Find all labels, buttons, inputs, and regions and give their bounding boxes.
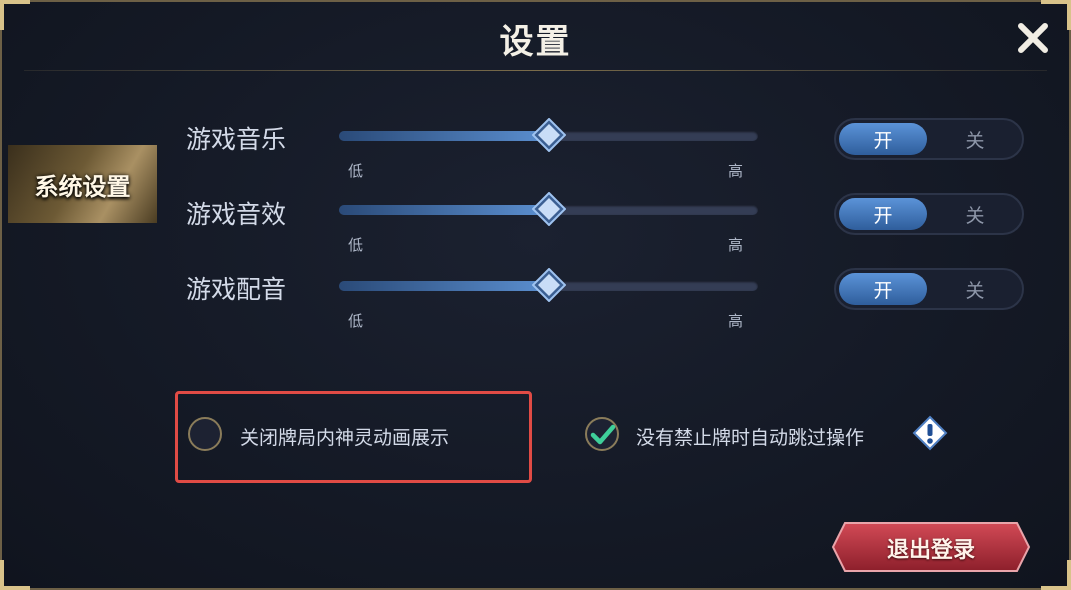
slider-fill (339, 131, 549, 141)
tab-system-settings[interactable]: 系统设置 (8, 145, 157, 223)
hide-animation-label: 关闭牌局内神灵动画展示 (240, 427, 450, 449)
voice-toggle[interactable]: 开 关 (834, 268, 1024, 310)
auto-skip-label: 没有禁止牌时自动跳过操作 (636, 427, 865, 449)
corner-ornament (1041, 560, 1071, 590)
slider-thumb-icon (531, 267, 566, 303)
slider-fill (339, 205, 549, 215)
info-icon[interactable] (912, 415, 948, 451)
sfx-volume-slider[interactable] (339, 191, 758, 227)
slider-thumb-icon (531, 191, 566, 227)
setting-label-music: 游戏音乐 (186, 125, 287, 154)
toggle-on[interactable]: 开 (839, 123, 927, 155)
slider-low-label: 低 (348, 162, 364, 180)
toggle-off[interactable]: 关 (931, 123, 1019, 155)
auto-skip-checkbox[interactable] (585, 417, 619, 451)
logout-button[interactable]: 退出登录 (831, 521, 1031, 573)
slider-thumb[interactable] (531, 191, 566, 227)
check-icon (590, 424, 616, 445)
setting-label-voice: 游戏配音 (186, 275, 287, 304)
slider-thumb-icon (531, 117, 566, 153)
sfx-toggle[interactable]: 开 关 (834, 193, 1024, 235)
corner-ornament (0, 560, 30, 590)
close-icon (1018, 23, 1048, 53)
slider-high-label: 高 (728, 162, 744, 180)
slider-fill (339, 281, 549, 291)
slider-thumb[interactable] (531, 117, 566, 153)
slider-high-label: 高 (728, 312, 744, 330)
toggle-on[interactable]: 开 (839, 198, 927, 230)
tab-label: 系统设置 (34, 172, 131, 201)
music-toggle[interactable]: 开 关 (834, 118, 1024, 160)
toggle-off[interactable]: 关 (931, 273, 1019, 305)
slider-low-label: 低 (348, 312, 364, 330)
slider-high-label: 高 (728, 236, 744, 254)
settings-dialog: 设置 系统设置 游戏音乐 低 高 开 关 游戏音效 低 高 开 关 游戏配音 低… (0, 0, 1071, 590)
slider-low-label: 低 (348, 236, 364, 254)
music-volume-slider[interactable] (339, 117, 758, 153)
slider-thumb[interactable] (531, 267, 566, 303)
toggle-on[interactable]: 开 (839, 273, 927, 305)
close-button[interactable] (1013, 18, 1053, 58)
logout-label: 退出登录 (886, 538, 975, 563)
setting-label-sfx: 游戏音效 (186, 200, 287, 229)
toggle-off[interactable]: 关 (931, 198, 1019, 230)
title-divider (24, 70, 1047, 71)
dialog-title: 设置 (499, 22, 572, 62)
voice-volume-slider[interactable] (339, 267, 758, 303)
hide-animation-radio[interactable] (188, 417, 222, 451)
